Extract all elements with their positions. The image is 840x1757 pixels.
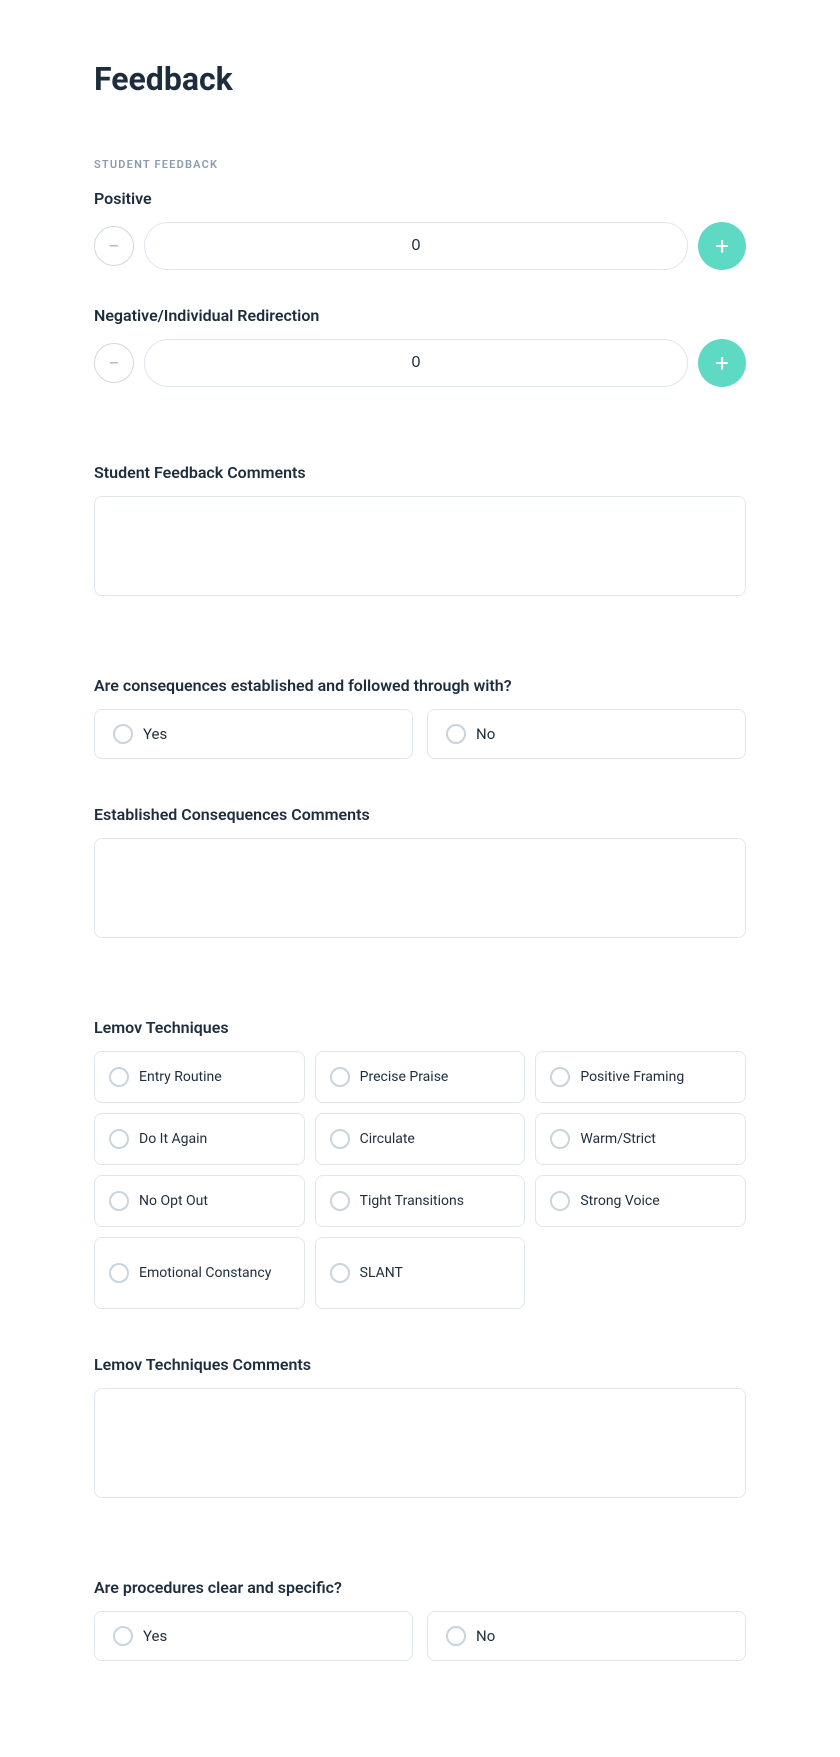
consequences-no-option[interactable]: No	[427, 709, 746, 759]
negative-counter-row	[94, 339, 746, 387]
technique-do-it-again-label: Do It Again	[139, 1131, 207, 1147]
technique-strong-voice-label: Strong Voice	[580, 1193, 659, 1209]
negative-label: Negative/Individual Redirection	[94, 306, 746, 325]
procedures-yes-label: Yes	[143, 1627, 167, 1645]
technique-positive-framing-label: Positive Framing	[580, 1069, 684, 1085]
negative-input[interactable]	[144, 339, 688, 387]
technique-circulate-radio	[330, 1129, 350, 1149]
technique-warm-strict-label: Warm/Strict	[580, 1131, 656, 1147]
techniques-grid-empty	[535, 1237, 746, 1309]
positive-label: Positive	[94, 189, 746, 208]
negative-counter-block: Negative/Individual Redirection	[94, 306, 746, 387]
technique-slant-label: SLANT	[360, 1265, 403, 1281]
technique-precise-praise-label: Precise Praise	[360, 1069, 449, 1085]
positive-counter-row	[94, 222, 746, 270]
technique-tight-transitions-label: Tight Transitions	[360, 1193, 464, 1209]
lemov-techniques-grid: Entry Routine Precise Praise Positive Fr…	[94, 1051, 746, 1309]
positive-decrement-button[interactable]	[94, 226, 134, 266]
procedures-question: Are procedures clear and specific?	[94, 1578, 746, 1597]
student-feedback-comments-block: Student Feedback Comments	[94, 463, 746, 600]
procedures-yes-radio	[113, 1626, 133, 1646]
technique-positive-framing-radio	[550, 1067, 570, 1087]
lemov-label: Lemov Techniques	[94, 1018, 746, 1037]
positive-increment-button[interactable]	[698, 222, 746, 270]
established-consequences-comments-label: Established Consequences Comments	[94, 805, 746, 824]
negative-decrement-button[interactable]	[94, 343, 134, 383]
technique-entry-routine-radio	[109, 1067, 129, 1087]
technique-tight-transitions[interactable]: Tight Transitions	[315, 1175, 526, 1227]
lemov-comments-label: Lemov Techniques Comments	[94, 1355, 746, 1374]
technique-precise-praise-radio	[330, 1067, 350, 1087]
consequences-section: Are consequences established and followe…	[94, 676, 746, 942]
positive-input[interactable]	[144, 222, 688, 270]
consequences-no-label: No	[476, 725, 495, 743]
positive-counter-block: Positive	[94, 189, 746, 270]
technique-no-opt-out-radio	[109, 1191, 129, 1211]
technique-emotional-constancy-radio	[109, 1263, 129, 1283]
technique-no-opt-out[interactable]: No Opt Out	[94, 1175, 305, 1227]
technique-circulate[interactable]: Circulate	[315, 1113, 526, 1165]
negative-increment-button[interactable]	[698, 339, 746, 387]
technique-circulate-label: Circulate	[360, 1131, 415, 1147]
technique-tight-transitions-radio	[330, 1191, 350, 1211]
consequences-yes-label: Yes	[143, 725, 167, 743]
consequences-yes-option[interactable]: Yes	[94, 709, 413, 759]
procedures-yes-option[interactable]: Yes	[94, 1611, 413, 1661]
procedures-no-radio	[446, 1626, 466, 1646]
technique-precise-praise[interactable]: Precise Praise	[315, 1051, 526, 1103]
consequences-no-radio	[446, 724, 466, 744]
technique-slant-radio	[330, 1263, 350, 1283]
technique-no-opt-out-label: No Opt Out	[139, 1193, 208, 1209]
procedures-section: Are procedures clear and specific? Yes N…	[94, 1578, 746, 1661]
technique-do-it-again-radio	[109, 1129, 129, 1149]
student-feedback-section: STUDENT FEEDBACK Positive Negative/Indiv…	[94, 158, 746, 600]
technique-do-it-again[interactable]: Do It Again	[94, 1113, 305, 1165]
technique-warm-strict[interactable]: Warm/Strict	[535, 1113, 746, 1165]
procedures-no-option[interactable]: No	[427, 1611, 746, 1661]
consequences-question: Are consequences established and followe…	[94, 676, 746, 695]
student-feedback-comments-textarea[interactable]	[94, 496, 746, 596]
technique-positive-framing[interactable]: Positive Framing	[535, 1051, 746, 1103]
lemov-section: Lemov Techniques Entry Routine Precise P…	[94, 1018, 746, 1502]
established-consequences-comments-textarea[interactable]	[94, 838, 746, 938]
procedures-radio-group: Yes No	[94, 1611, 746, 1661]
technique-warm-strict-radio	[550, 1129, 570, 1149]
consequences-yes-radio	[113, 724, 133, 744]
technique-entry-routine[interactable]: Entry Routine	[94, 1051, 305, 1103]
student-feedback-comments-label: Student Feedback Comments	[94, 463, 746, 482]
lemov-comments-textarea[interactable]	[94, 1388, 746, 1498]
student-feedback-label: STUDENT FEEDBACK	[94, 158, 746, 171]
technique-entry-routine-label: Entry Routine	[139, 1069, 222, 1085]
technique-emotional-constancy-label: Emotional Constancy	[139, 1265, 271, 1281]
technique-emotional-constancy[interactable]: Emotional Constancy	[94, 1237, 305, 1309]
technique-slant[interactable]: SLANT	[315, 1237, 526, 1309]
page-title: Feedback	[94, 60, 746, 98]
technique-strong-voice[interactable]: Strong Voice	[535, 1175, 746, 1227]
technique-strong-voice-radio	[550, 1191, 570, 1211]
procedures-no-label: No	[476, 1627, 495, 1645]
consequences-radio-group: Yes No	[94, 709, 746, 759]
